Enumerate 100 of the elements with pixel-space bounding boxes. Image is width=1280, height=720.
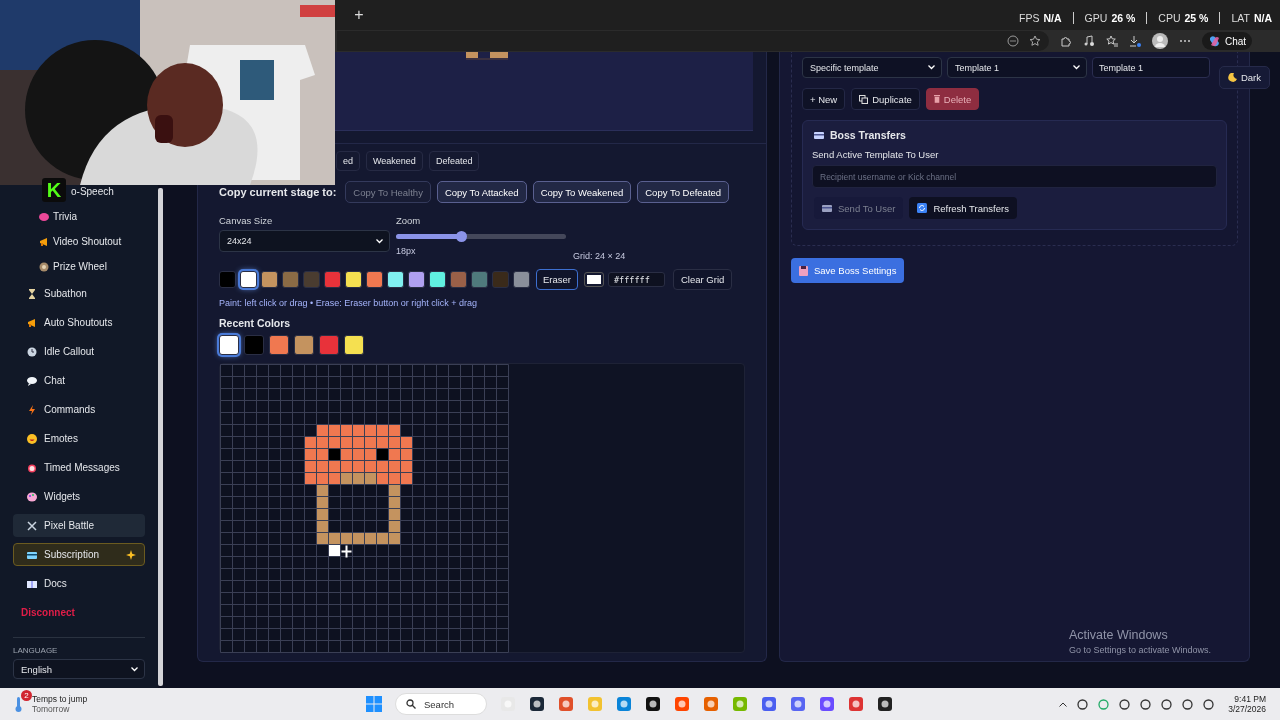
sidebar-item[interactable]: Timed Messages [13,456,145,479]
tray-icon[interactable] [1077,698,1089,710]
sidebar-item[interactable]: Widgets [13,485,145,508]
stat-value: 26 % [1111,12,1136,24]
refresh-button[interactable]: Refresh Transfers [909,197,1017,219]
color-swatch[interactable] [294,335,314,355]
more-icon[interactable] [1179,39,1191,43]
sidebar-item[interactable]: Docs [13,572,145,595]
sidebar-item[interactable]: Subscription [13,543,145,566]
stat-label: CPU [1158,12,1181,24]
color-swatch[interactable] [513,271,530,288]
tray-icon[interactable] [1119,698,1131,710]
tray-icon[interactable] [1182,698,1194,710]
sidebar-item[interactable]: Disconnect [13,601,145,624]
app-icon[interactable] [877,696,893,712]
sidebar-item[interactable]: Chat [13,369,145,392]
puzzle-icon[interactable] [1060,35,1072,47]
color-swatch[interactable] [471,271,488,288]
color-swatch[interactable] [408,271,425,288]
new-tab-button[interactable]: + [350,6,368,24]
smiley-icon [27,433,37,444]
stat-value: N/A [1043,12,1062,24]
book-icon [27,578,37,589]
activation-title: Activate Windows [1069,628,1169,642]
color-swatch[interactable] [344,335,364,355]
color-swatch[interactable] [219,335,239,355]
color-swatch[interactable] [319,335,339,355]
chevron-up-icon[interactable] [1059,701,1068,707]
card-icon [27,549,37,560]
star-icon[interactable] [1029,35,1041,47]
sidebar-item[interactable]: Prize Wheel [13,256,145,277]
app-icon[interactable] [645,696,661,712]
template-name-field[interactable]: Template 1 [1092,57,1210,78]
favorites-icon[interactable] [1106,35,1118,47]
sidebar-item[interactable]: Commands [13,398,145,421]
hex-color-field[interactable]: #ffffff [608,272,665,287]
theme-toggle[interactable]: Dark [1218,66,1270,89]
duplicate-button[interactable]: Duplicate [851,88,920,110]
recipient-field[interactable]: Recipient username or Kick channel [812,165,1217,188]
copy-stage-button[interactable]: Copy To Attacked [436,181,527,203]
sidebar-item[interactable]: Trivia [13,206,145,227]
color-swatch[interactable] [261,271,278,288]
grid-size-label: Grid: 24 × 24 [573,251,626,261]
color-swatch[interactable] [282,271,299,288]
more-circle-icon[interactable] [1007,35,1019,47]
color-swatch[interactable] [450,271,467,288]
eraser-button[interactable]: Eraser [536,269,578,290]
color-swatch[interactable] [429,271,446,288]
canvas-size-select[interactable]: 24x24 [219,230,390,252]
sidebar-item[interactable]: o-Speech [68,181,145,202]
color-swatch[interactable] [244,335,264,355]
sidebar-item[interactable]: Subathon [13,282,145,305]
language-select[interactable]: English [13,659,145,679]
clock-icon [27,346,37,357]
template-select[interactable]: Template 1 [947,57,1087,78]
save-button[interactable]: Save Boss Settings [791,258,905,283]
palette-icon [27,491,37,502]
scrollbar[interactable] [158,188,163,686]
color-swatch[interactable] [324,271,341,288]
color-swatch[interactable] [366,271,383,288]
avatar-icon[interactable] [1152,33,1168,49]
sidebar-item[interactable]: Pixel Battle [13,514,145,537]
stage-tab[interactable]: Defeated [428,151,480,171]
new-button[interactable]: + New [802,88,846,110]
sidebar-item[interactable]: Emotes [13,427,145,450]
tray-icon[interactable] [1140,698,1152,710]
template-mode-select[interactable]: Specific template [802,57,942,78]
activation-text: Go to Settings to activate Windows. [1069,645,1212,655]
drawing-canvas[interactable] [219,363,745,653]
hourglass-icon [27,288,37,299]
color-swatch[interactable] [219,271,236,288]
taskbar-search[interactable]: Search [395,693,487,715]
stage-tab[interactable]: ed [336,151,360,171]
app-icon[interactable] [529,696,545,712]
music-note-icon[interactable] [1083,35,1095,47]
sidebar-item[interactable]: Auto Shoutouts [13,311,145,334]
tray-icon[interactable] [1161,698,1173,710]
color-swatch[interactable] [492,271,509,288]
stage-tab[interactable]: Weakened [366,151,423,171]
clear-grid-button[interactable]: Clear Grid [673,269,733,290]
color-picker[interactable] [584,272,604,287]
color-swatch[interactable] [345,271,362,288]
tray-icon[interactable] [1203,698,1215,710]
color-swatch[interactable] [269,335,289,355]
sidebar-item[interactable]: Idle Callout [13,340,145,363]
download-icon[interactable] [1129,35,1141,47]
copilot-icon [1208,34,1221,48]
copy-stage-button[interactable]: Copy To Weakened [532,181,632,203]
color-swatch[interactable] [387,271,404,288]
sidebar-item[interactable]: Video Shoutout [13,231,145,252]
copy-stage-button[interactable]: Copy To Defeated [637,181,730,203]
zoom-slider[interactable] [396,234,566,239]
color-swatch[interactable] [303,271,320,288]
chat-button[interactable]: Chat [1202,32,1253,50]
stat-label: GPU [1084,12,1108,24]
sparkle-icon [126,549,136,560]
delete-button[interactable]: Delete [925,88,980,110]
help-text: Paint: left click or drag • Erase: Eraser button or right click + drag [219,298,478,308]
slider-thumb[interactable] [455,231,467,242]
color-swatch[interactable] [240,271,257,288]
